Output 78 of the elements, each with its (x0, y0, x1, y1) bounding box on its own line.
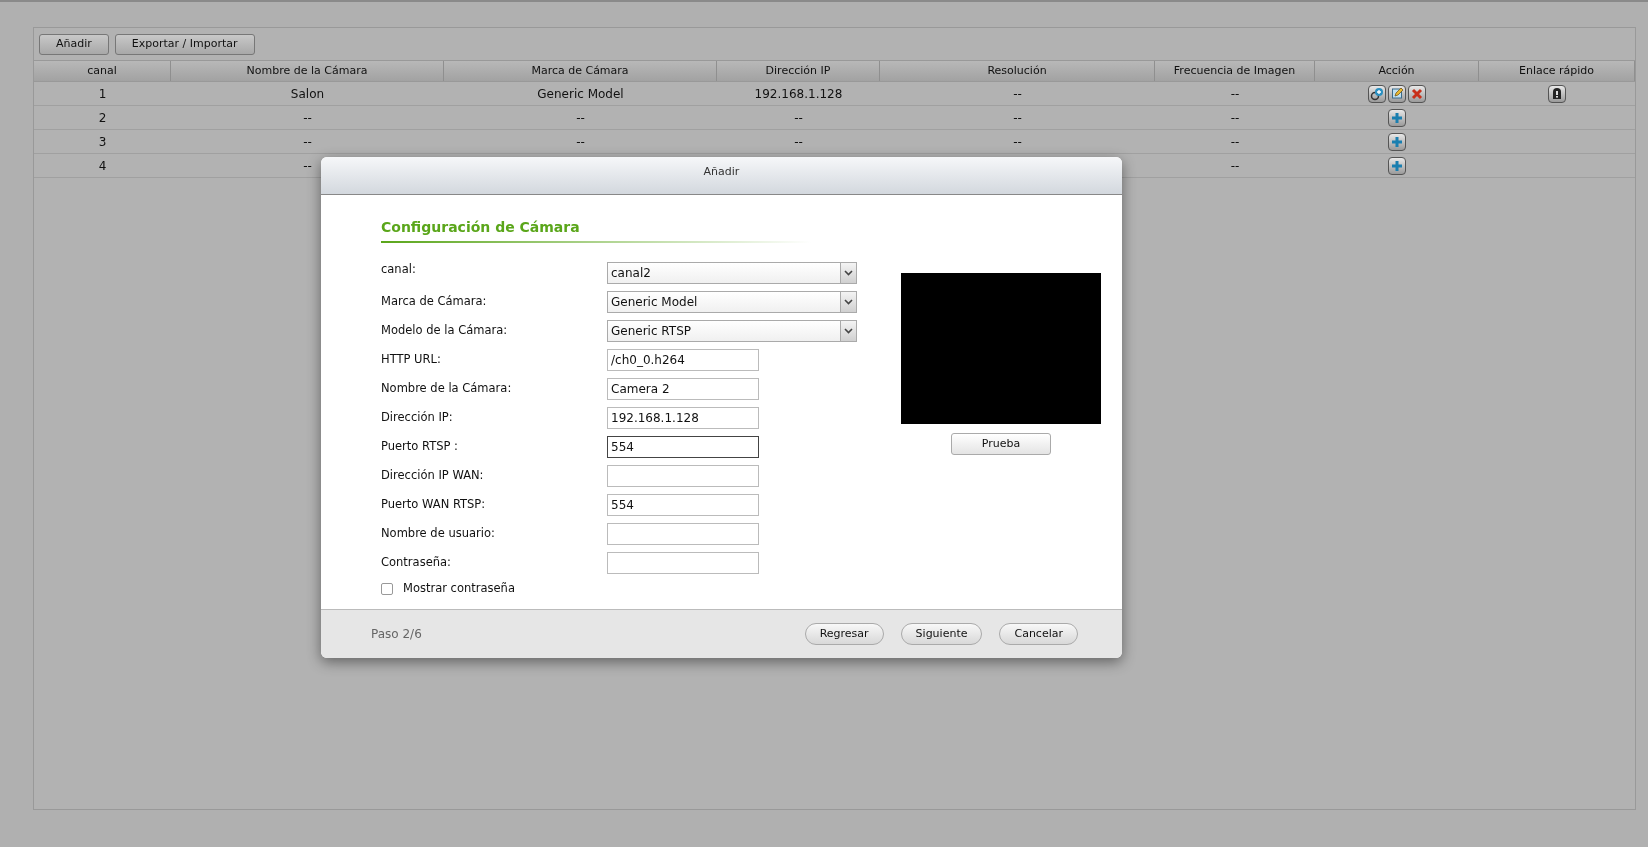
select-field[interactable]: canal2 (607, 261, 857, 284)
caret-icon (844, 327, 853, 334)
input-field[interactable]: 554 (607, 493, 759, 516)
column-header: Resolución (987, 62, 1047, 79)
toolbar-button[interactable]: Exportar / Importar (114, 34, 255, 55)
table-cell-text: 192.168.1.128 (754, 85, 843, 103)
table-cell-text: -- (576, 133, 585, 151)
table-cell-text: -- (1013, 109, 1022, 127)
step-indicator: Paso 2/6 (371, 626, 423, 643)
table-cell-text: 2 (98, 109, 107, 127)
table-cell-text: 4 (98, 157, 107, 175)
table-cell-text: Generic Model (537, 85, 624, 103)
table-cell-text: 3 (98, 133, 107, 151)
dialog-button[interactable]: Siguiente (900, 623, 983, 645)
checkbox-label: Mostrar contraseña (403, 580, 515, 597)
link-add-button[interactable] (1368, 84, 1386, 103)
field-label: Nombre de la Cámara: (381, 379, 513, 397)
table-cell-text: -- (576, 109, 585, 127)
toolbar-button[interactable]: Añadir (39, 34, 109, 55)
select-field[interactable]: Generic Model (607, 290, 857, 313)
table-cell-text: Salon (290, 85, 325, 103)
table-cell-text: -- (303, 157, 312, 175)
column-header: Acción (1378, 62, 1415, 79)
column-header: Dirección IP (765, 62, 831, 79)
input-field[interactable] (607, 522, 759, 545)
table-cell-text: -- (794, 109, 803, 127)
add-button[interactable] (1388, 132, 1406, 151)
table-cell-text: 1 (98, 85, 107, 103)
column-header: Frecuencia de Imagen (1173, 62, 1296, 79)
field-label: Puerto WAN RTSP: (381, 495, 487, 513)
add-button[interactable] (1388, 156, 1406, 175)
select-field[interactable]: Generic RTSP (607, 319, 857, 342)
field-label: HTTP URL: (381, 350, 442, 368)
field-label: Contraseña: (381, 553, 452, 571)
field-label: Nombre de usuario: (381, 524, 496, 542)
field-label: Dirección IP: (381, 408, 454, 426)
field-label: Dirección IP WAN: (381, 466, 485, 484)
column-header: canal (87, 62, 117, 79)
alert-icon (1552, 87, 1562, 100)
table-cell-text: -- (794, 133, 803, 151)
plus-icon (1391, 111, 1403, 124)
field-label: Marca de Cámara: (381, 292, 488, 310)
input-field[interactable] (607, 551, 759, 574)
column-header: Enlace rápido (1518, 62, 1594, 79)
caret-icon (844, 269, 853, 276)
pencil-icon (1390, 87, 1404, 100)
edit-button[interactable] (1388, 84, 1406, 103)
dialog-title: Añadir (703, 164, 740, 180)
table-cell-text: -- (1230, 109, 1240, 127)
add-button[interactable] (1388, 108, 1406, 127)
quick-link-button[interactable] (1548, 84, 1566, 103)
table-cell-text: -- (1013, 133, 1022, 151)
field-label: canal: (381, 261, 417, 278)
cross-icon (1411, 87, 1423, 100)
column-header: Marca de Cámara (531, 62, 629, 79)
plus-icon (1391, 135, 1403, 148)
field-label: Puerto RTSP : (381, 437, 459, 455)
input-field[interactable] (607, 464, 759, 487)
checkbox[interactable] (381, 582, 393, 595)
dialog-button[interactable]: Cancelar (999, 623, 1078, 645)
input-field[interactable]: Camera 2 (607, 377, 759, 400)
input-field[interactable]: 192.168.1.128 (607, 406, 759, 429)
link-plus-icon (1370, 86, 1384, 101)
caret-icon (844, 298, 853, 305)
column-header: Nombre de la Cámara (246, 62, 368, 79)
input-field[interactable]: /ch0_0.h264 (607, 348, 759, 371)
table-cell-text: -- (303, 109, 312, 127)
delete-button[interactable] (1408, 84, 1426, 103)
dialog-button[interactable]: Regresar (804, 623, 884, 645)
table-cell-text: -- (303, 133, 312, 151)
table-cell-text: -- (1230, 133, 1240, 151)
plus-icon (1391, 159, 1403, 172)
input-field[interactable]: 554 (607, 435, 759, 458)
table-cell-text: -- (1230, 85, 1240, 103)
table-cell-text: -- (1230, 157, 1240, 175)
test-button[interactable]: Prueba (951, 433, 1051, 455)
field-label: Modelo de la Cámara: (381, 321, 509, 339)
table-cell-text: -- (1013, 85, 1022, 103)
